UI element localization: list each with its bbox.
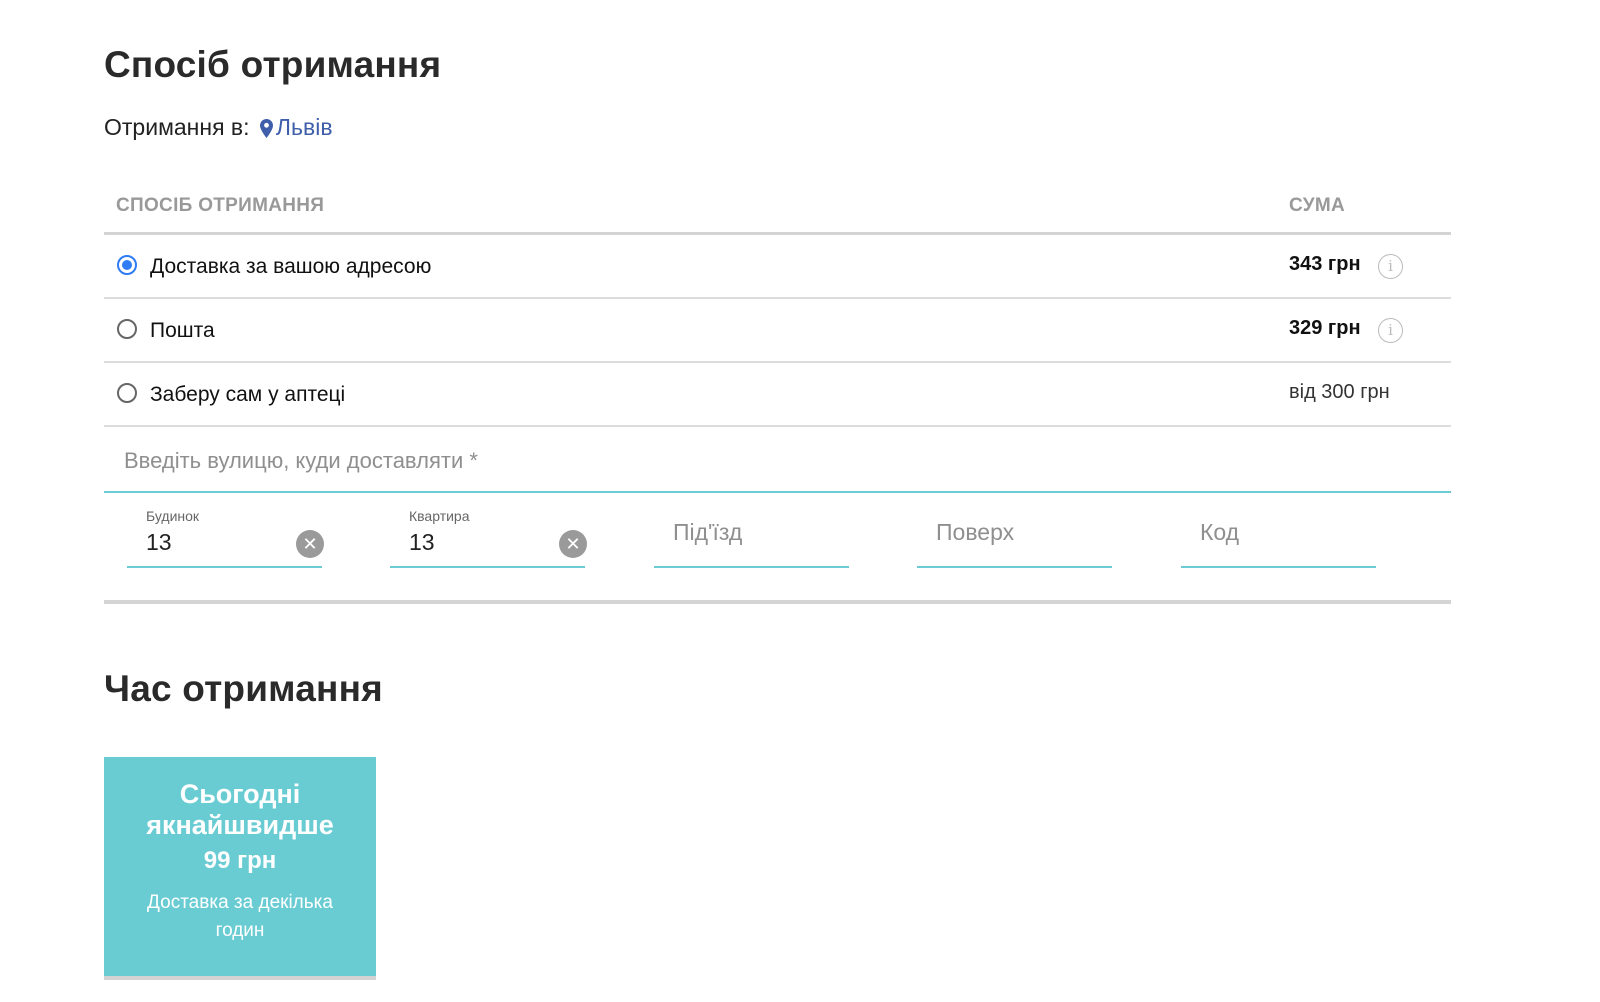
- delivery-option-address[interactable]: Доставка за вашою адресою 343 грн i: [104, 235, 1451, 299]
- house-input[interactable]: [127, 522, 322, 562]
- time-option-card[interactable]: Сьогодні якнайшвидше 99 грн Доставка за …: [104, 757, 376, 980]
- entrance-field: [654, 498, 849, 568]
- option-price: від 300 грн: [1289, 381, 1390, 403]
- city-link[interactable]: Львів: [256, 114, 333, 140]
- option-price: 343 грн: [1289, 253, 1361, 275]
- city-line: Отримання в: Львів: [104, 114, 333, 141]
- column-header-method: СПОСІБ ОТРИМАННЯ: [116, 195, 325, 216]
- delivery-method-title: Спосіб отримання: [104, 44, 442, 85]
- delivery-option-pickup[interactable]: Заберу сам у аптеці від 300 грн: [104, 363, 1451, 427]
- house-field: Будинок ✕: [127, 498, 324, 568]
- delivery-options-table: СПОСІБ ОТРИМАННЯ СУМА Доставка за вашою …: [104, 175, 1451, 427]
- info-icon[interactable]: i: [1378, 254, 1403, 279]
- delivery-option-post[interactable]: Пошта 329 грн i: [104, 299, 1451, 363]
- radio-address[interactable]: [117, 255, 137, 275]
- code-input[interactable]: [1181, 512, 1376, 552]
- table-header: СПОСІБ ОТРИМАННЯ СУМА: [104, 175, 1451, 235]
- time-option-description: Доставка за декілька годин: [147, 892, 333, 941]
- radio-post[interactable]: [117, 319, 137, 339]
- code-field: [1181, 498, 1376, 568]
- apartment-input[interactable]: [390, 522, 585, 562]
- entrance-input[interactable]: [654, 512, 849, 552]
- floor-field: [917, 498, 1112, 568]
- floor-input[interactable]: [917, 512, 1112, 552]
- map-pin-icon: [259, 119, 273, 138]
- info-icon[interactable]: i: [1378, 318, 1403, 343]
- option-label: Доставка за вашою адресою: [150, 255, 432, 278]
- time-option-title: Сьогодні якнайшвидше: [146, 779, 334, 840]
- city-name: Львів: [275, 114, 333, 140]
- street-input[interactable]: [104, 427, 1451, 491]
- option-price: 329 грн: [1289, 317, 1361, 339]
- radio-pickup[interactable]: [117, 383, 137, 403]
- clear-icon[interactable]: ✕: [296, 530, 324, 558]
- option-label: Пошта: [150, 319, 215, 342]
- column-header-sum: СУМА: [1289, 195, 1346, 216]
- delivery-time-title: Час отримання: [104, 668, 383, 709]
- form-divider: [104, 600, 1451, 604]
- city-prefix: Отримання в:: [104, 114, 250, 140]
- time-option-price: 99 грн: [203, 847, 277, 874]
- street-field: [104, 427, 1451, 493]
- clear-icon[interactable]: ✕: [559, 530, 587, 558]
- apartment-field: Квартира ✕: [390, 498, 587, 568]
- option-label: Заберу сам у аптеці: [150, 383, 346, 406]
